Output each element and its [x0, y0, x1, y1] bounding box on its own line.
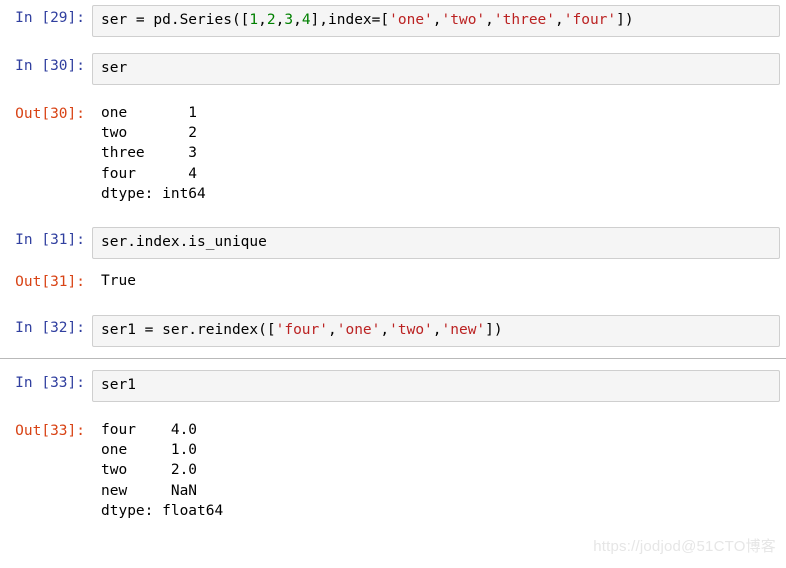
source-code-29: ser = pd.Series([1,2,3,4],index=['one','… — [101, 12, 634, 28]
code-cell-in-30[interactable]: In [30]: ser — [0, 48, 786, 90]
output-area-33: four 4.0 one 1.0 two 2.0 new NaN dtype: … — [92, 420, 782, 521]
source-code-32: ser1 = ser.reindex(['four','one','two','… — [101, 322, 503, 339]
output-area-30: one 1 two 2 three 3 four 4 dtype: int64 — [92, 103, 782, 204]
input-prompt-29: In [29]: — [15, 10, 85, 26]
output-prompt-31: Out[31]: — [15, 274, 85, 291]
code-editor-31[interactable]: ser.index.is_unique — [92, 227, 780, 260]
output-prompt-33: Out[33]: — [15, 423, 85, 440]
input-prompt-31: In [31]: — [15, 232, 85, 249]
input-prompt-32: In [32]: — [15, 320, 85, 337]
code-editor-30[interactable]: ser — [92, 53, 780, 85]
output-prompt-30: Out[30]: — [15, 106, 85, 122]
jupyter-notebook: In [29]: ser = pd.Series([1,2,3,4],index… — [0, 0, 786, 568]
output-text-31: True — [101, 273, 136, 290]
output-area-31: True — [92, 271, 782, 291]
code-cell-in-33[interactable]: In [33]: ser1 — [0, 365, 786, 407]
input-prompt-33: In [33]: — [15, 375, 85, 392]
code-editor-29[interactable]: ser = pd.Series([1,2,3,4],index=['one','… — [92, 5, 780, 37]
output-cell-33: Out[33]: four 4.0 one 1.0 two 2.0 new Na… — [0, 419, 786, 522]
code-cell-in-31[interactable]: In [31]: ser.index.is_unique — [0, 222, 786, 264]
output-text-30: one 1 two 2 three 3 four 4 dtype: int64 — [101, 105, 206, 202]
source-code-30: ser — [101, 60, 128, 76]
code-editor-32[interactable]: ser1 = ser.reindex(['four','one','two','… — [92, 315, 780, 348]
code-editor-33[interactable]: ser1 — [92, 370, 780, 403]
input-prompt-30: In [30]: — [15, 58, 85, 74]
code-cell-in-32[interactable]: In [32]: ser1 = ser.reindex(['four','one… — [0, 310, 786, 352]
output-cell-31: Out[31]: True — [0, 270, 786, 293]
source-code-31: ser.index.is_unique — [101, 234, 267, 251]
output-cell-30: Out[30]: one 1 two 2 three 3 four 4 dtyp… — [0, 102, 786, 205]
output-text-33: four 4.0 one 1.0 two 2.0 new NaN dtype: … — [101, 422, 224, 519]
source-code-33: ser1 — [101, 377, 136, 394]
code-cell-in-29[interactable]: In [29]: ser = pd.Series([1,2,3,4],index… — [0, 0, 786, 42]
